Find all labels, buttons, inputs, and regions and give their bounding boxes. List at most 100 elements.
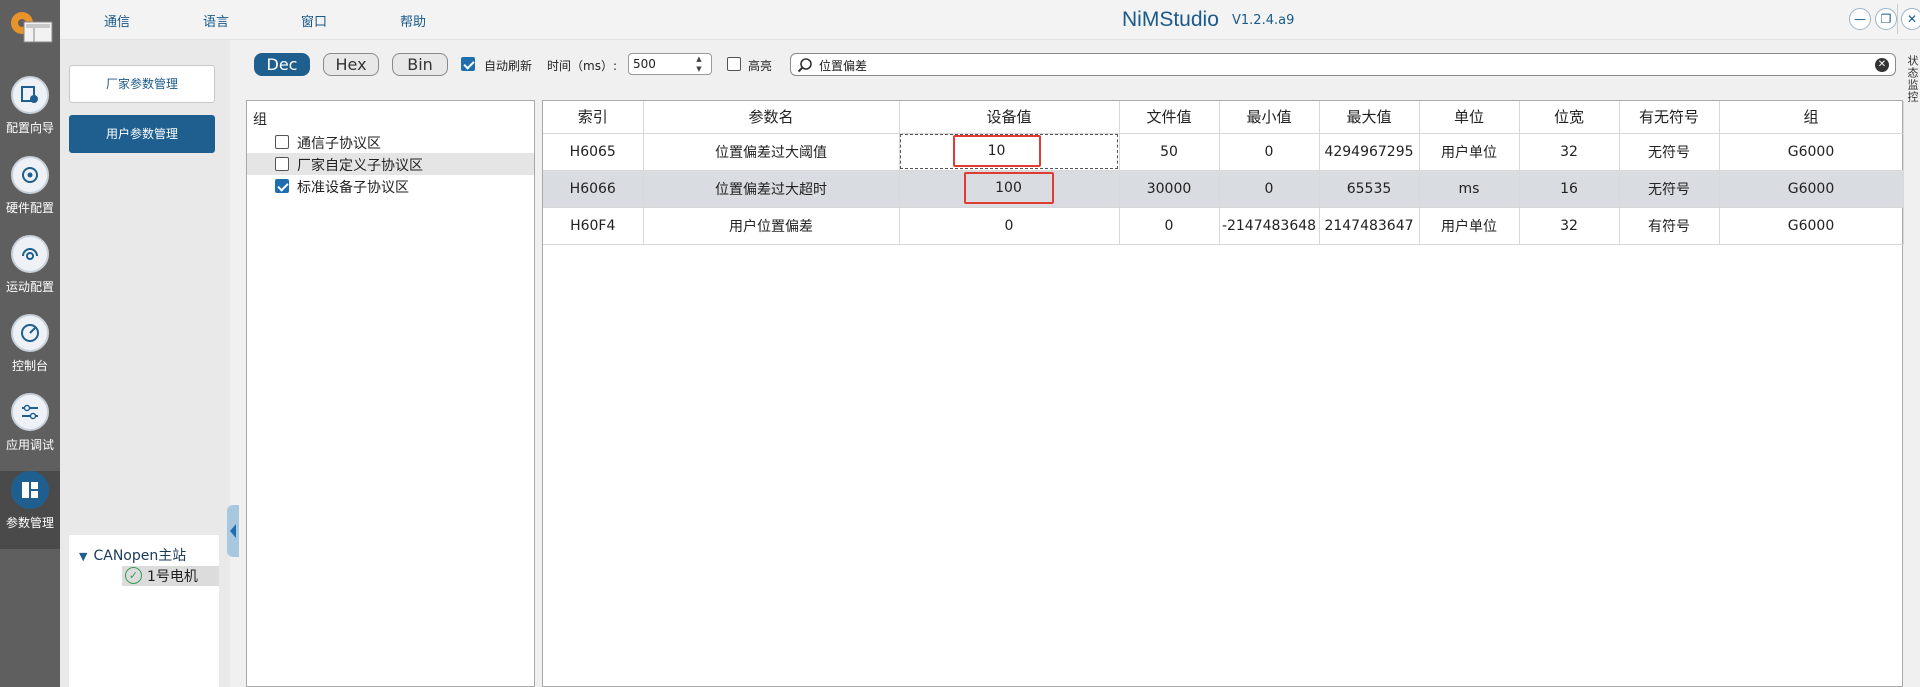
cell-bit-width: 32 (1519, 207, 1620, 245)
side-panel: 厂家参数管理 用户参数管理 ▼ CANopen主站 ✓ 1号电机 (60, 40, 230, 687)
col-header-bit-width[interactable]: 位宽 (1519, 101, 1620, 134)
rail-item-app-debug[interactable]: 应用调试 (0, 393, 60, 471)
group-checkbox[interactable] (275, 157, 289, 171)
cell-signed: 无符号 (1619, 133, 1720, 171)
cell-min: 0 (1219, 133, 1320, 171)
minimize-icon[interactable]: — (1849, 8, 1871, 30)
cell-bit-width: 32 (1519, 133, 1620, 171)
rail-label: 硬件配置 (5, 201, 54, 215)
cell-name: 位置偏差过大阈值 (643, 133, 900, 171)
cell-device-value[interactable]: 100 (899, 170, 1120, 208)
menu-help[interactable]: 帮助 (400, 11, 426, 30)
bin-format-button[interactable]: Bin (392, 53, 448, 76)
vendor-params-button[interactable]: 厂家参数管理 (69, 65, 215, 103)
group-checkbox[interactable] (275, 135, 289, 149)
close-icon[interactable]: ✕ (1901, 8, 1920, 30)
group-label: 通信子协议区 (297, 136, 381, 152)
group-checkbox[interactable] (275, 179, 289, 193)
rail-item-param-manage[interactable]: 参数管理 (0, 471, 60, 549)
menu-bar: 通信 语言 窗口 帮助 NiMStudio V1.2.4.a9 — ❐ ✕ (60, 0, 1920, 40)
search-input[interactable]: 位置偏差 (819, 57, 867, 74)
group-filter-panel: 组 通信子协议区 厂家自定义子协议区 标准设备子协议区 (246, 100, 535, 687)
table-row[interactable]: H6065 位置偏差过大阈值 10 50 0 4294967295 用户单位 3… (543, 133, 1904, 171)
device-tree: ▼ CANopen主站 ✓ 1号电机 (69, 535, 219, 687)
rail-item-console[interactable]: 控制台 (0, 314, 60, 392)
cell-bit-width: 16 (1519, 170, 1620, 208)
status-monitor-tab[interactable]: 状态监控 (1901, 55, 1920, 103)
group-item-vendor[interactable]: 厂家自定义子协议区 (247, 153, 534, 175)
cell-file-value: 50 (1119, 133, 1220, 171)
nav-rail: 配置向导 硬件配置 运动配置 控制台 应用调试 参数管理 (0, 0, 60, 687)
hardware-config-icon (11, 156, 49, 194)
cell-unit: ms (1419, 170, 1520, 208)
col-header-max[interactable]: 最大值 (1319, 101, 1420, 134)
tree-root-label: CANopen主站 (93, 548, 187, 564)
restore-icon[interactable]: ❐ (1875, 8, 1897, 30)
app-logo-icon (11, 12, 53, 43)
spin-up-icon[interactable]: ▲ (688, 54, 710, 64)
tree-item-motor-1[interactable]: ✓ 1号电机 (122, 566, 219, 586)
group-item-comm[interactable]: 通信子协议区 (247, 131, 534, 153)
config-wizard-icon (11, 76, 49, 114)
app-debug-sliders-icon (11, 393, 49, 431)
highlight-label: 高亮 (748, 59, 773, 73)
cell-index: H6065 (543, 133, 644, 171)
clear-search-icon[interactable]: ✕ (1875, 58, 1889, 72)
group-title: 组 (253, 112, 267, 128)
app-version: V1.2.4.a9 (1232, 13, 1295, 28)
rail-item-motion-config[interactable]: 运动配置 (0, 235, 60, 313)
cell-file-value: 0 (1119, 207, 1220, 245)
col-header-group[interactable]: 组 (1719, 101, 1904, 134)
tree-child-label: 1号电机 (147, 569, 198, 585)
group-item-standard[interactable]: 标准设备子协议区 (247, 175, 534, 197)
cell-min: -2147483648 (1219, 207, 1320, 245)
cell-index: H60F4 (543, 207, 644, 245)
search-icon (797, 58, 812, 73)
cell-signed: 有符号 (1619, 207, 1720, 245)
cell-min: 0 (1219, 170, 1320, 208)
spin-down-icon[interactable]: ▼ (688, 64, 710, 74)
col-header-file-value[interactable]: 文件值 (1119, 101, 1220, 134)
rail-item-hardware-config[interactable]: 硬件配置 (0, 156, 60, 234)
col-header-signed[interactable]: 有无符号 (1619, 101, 1720, 134)
device-value-editor[interactable]: 100 (963, 171, 1054, 204)
table-header-row: 索引 参数名 设备值 文件值 最小值 最大值 单位 位宽 有无符号 组 (543, 101, 1904, 134)
rail-label: 参数管理 (5, 516, 54, 530)
device-value-editor[interactable]: 10 (952, 134, 1041, 167)
param-manage-icon (11, 471, 49, 509)
rail-item-config-wizard[interactable]: 配置向导 (0, 76, 60, 154)
cell-device-value[interactable]: 10 (899, 133, 1120, 171)
param-table-panel: 索引 参数名 设备值 文件值 最小值 最大值 单位 位宽 有无符号 组 H606… (542, 100, 1904, 687)
expand-triangle-icon[interactable]: ▼ (79, 550, 87, 563)
user-params-button[interactable]: 用户参数管理 (69, 115, 215, 153)
console-gauge-icon (11, 314, 49, 352)
col-header-unit[interactable]: 单位 (1419, 101, 1520, 134)
col-header-index[interactable]: 索引 (543, 101, 644, 134)
dec-format-button[interactable]: Dec (254, 53, 310, 76)
search-field[interactable]: 位置偏差 ✕ (790, 53, 1896, 76)
highlight-checkbox[interactable] (727, 57, 741, 71)
hex-format-button[interactable]: Hex (323, 53, 379, 76)
cell-max: 4294967295 (1319, 133, 1420, 171)
menu-window[interactable]: 窗口 (301, 11, 327, 30)
cell-name: 用户位置偏差 (643, 207, 900, 245)
table-row[interactable]: H6066 位置偏差过大超时 100 30000 0 65535 ms 16 无… (543, 170, 1904, 208)
collapse-panel-handle[interactable] (227, 505, 239, 557)
group-label: 厂家自定义子协议区 (297, 158, 423, 174)
cell-name: 位置偏差过大超时 (643, 170, 900, 208)
auto-refresh-checkbox[interactable] (461, 57, 475, 71)
col-header-name[interactable]: 参数名 (643, 101, 900, 134)
col-header-min[interactable]: 最小值 (1219, 101, 1320, 134)
cell-unit: 用户单位 (1419, 133, 1520, 171)
tree-root-canopen-master[interactable]: ▼ CANopen主站 (79, 545, 186, 565)
param-table: 索引 参数名 设备值 文件值 最小值 最大值 单位 位宽 有无符号 组 H606… (543, 101, 1904, 245)
group-label: 标准设备子协议区 (297, 180, 409, 196)
interval-spinner[interactable]: ▲ ▼ (688, 54, 710, 74)
col-header-device-value[interactable]: 设备值 (899, 101, 1120, 134)
cell-device-value[interactable]: 0 (899, 207, 1120, 245)
rail-label: 控制台 (11, 359, 48, 373)
app-title: NiMStudio (1122, 8, 1219, 31)
menu-comm[interactable]: 通信 (104, 11, 130, 30)
table-row[interactable]: H60F4 用户位置偏差 0 0 -2147483648 2147483647 … (543, 207, 1904, 245)
menu-language[interactable]: 语言 (203, 11, 229, 30)
